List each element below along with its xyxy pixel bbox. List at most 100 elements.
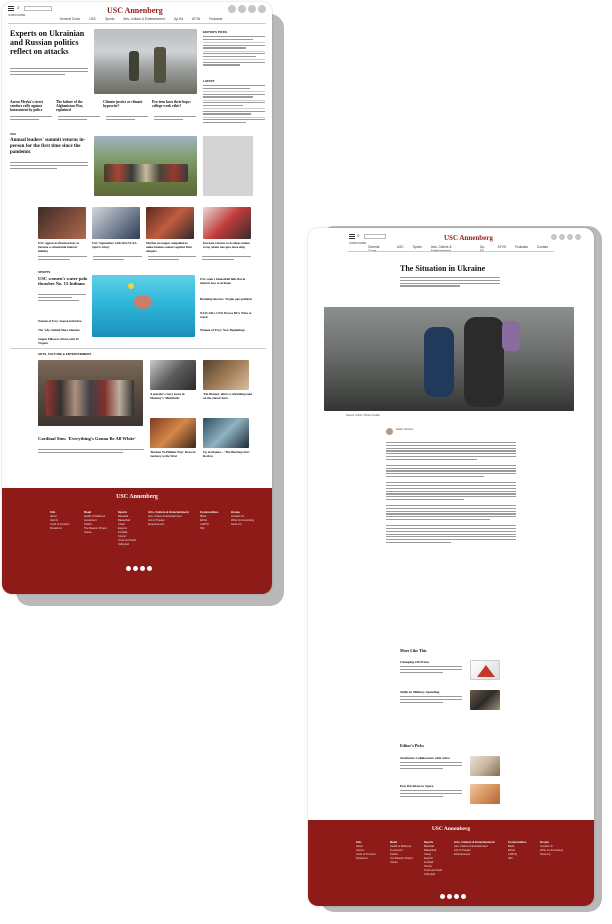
ace-image[interactable] xyxy=(150,360,196,390)
footer-link[interactable]: Stock Up xyxy=(540,853,563,857)
search-input[interactable] xyxy=(24,6,52,11)
usc-headline[interactable]: Annual leaders' summit returns in-person… xyxy=(10,138,90,155)
footer-link[interactable]: Stock Up xyxy=(231,523,254,527)
social-icon[interactable] xyxy=(140,566,145,571)
nav-item[interactable]: ATVN xyxy=(192,17,200,21)
pick-headline[interactable]: Starbucks Collaborates with Selva xyxy=(400,756,450,760)
search-icon[interactable]: ⌕ xyxy=(17,5,20,11)
nav-item[interactable]: Op-Ed xyxy=(174,17,183,21)
sports-headline[interactable]: USC women's water polo thrashes No. 15 I… xyxy=(38,276,88,287)
top-nav: General Cover USC Sports Arts, Culture &… xyxy=(368,245,548,253)
sports-section-label: SPORTS xyxy=(38,270,51,274)
nav-item[interactable]: Arts, Culture & Entertainment xyxy=(431,245,471,253)
nav-item[interactable]: Sports xyxy=(413,245,422,253)
ace-side-headline[interactable]: 'Pet Bunnet' offers a refreshing take on… xyxy=(203,392,253,401)
story-headline[interactable]: USC approves Election Day to become a sc… xyxy=(38,241,86,253)
ad-block xyxy=(203,136,253,196)
nav-item[interactable]: USC xyxy=(89,17,96,21)
social-icons[interactable] xyxy=(440,894,466,899)
social-icon[interactable] xyxy=(133,566,138,571)
subscribe-link[interactable]: SUBSCRIBE xyxy=(8,13,25,17)
footer-link[interactable]: Voices xyxy=(390,861,413,865)
menu-icon[interactable] xyxy=(8,6,14,11)
nav-item[interactable]: ATVN xyxy=(498,245,506,253)
footer-col-head: Arts, Culture & Entertainment xyxy=(148,510,189,514)
sports-list-item[interactable]: The 'why' behind Mace Alamein xyxy=(38,328,88,333)
ace-side-headline[interactable]: 'Reckon To Hidden Way' Drawer: Journey t… xyxy=(150,450,198,459)
footer-link[interactable]: Voices xyxy=(84,531,107,535)
story-headline[interactable]: Climate justice or climate hypocrite? xyxy=(103,100,147,108)
story-headline[interactable]: Increase returns to its ideas makes to l… xyxy=(203,241,253,250)
nav-item[interactable]: Contact xyxy=(537,245,548,253)
sports-side-headline[interactable]: NASCAR's CEO Proves 80% Wins to reach xyxy=(200,311,255,320)
ace-headline[interactable]: Cardinal Sins: 'Everything's Gonna Be Al… xyxy=(38,436,148,441)
footer-link[interactable]: Donations xyxy=(50,527,69,531)
related-headline[interactable]: Changing Oil Prices xyxy=(400,660,429,664)
sports-side-headline[interactable]: USC men's basketball falls flat in inter… xyxy=(200,277,255,286)
window-controls xyxy=(228,5,266,13)
pick-image[interactable] xyxy=(470,784,500,804)
ace-side-headline[interactable]: A murder's story focus in Mommy's 'Multi… xyxy=(150,392,198,401)
hero-headline[interactable]: Experts on Ukrainian and Russian politic… xyxy=(10,29,90,56)
article-hero-image xyxy=(324,307,574,411)
footer-link[interactable]: ISN xyxy=(508,857,526,861)
hero-image[interactable] xyxy=(94,29,197,94)
pick-headline[interactable]: Pets Davidson to Space xyxy=(400,784,433,788)
related-image[interactable] xyxy=(470,690,500,710)
author-name[interactable]: Sarah Johnson xyxy=(396,428,413,432)
nav-item[interactable]: Podcasts xyxy=(209,17,222,21)
social-icon[interactable] xyxy=(440,894,445,899)
social-icon[interactable] xyxy=(461,894,466,899)
site-logo[interactable]: USC Annenberg xyxy=(444,234,493,242)
subscribe-link[interactable]: SUBSCRIBE xyxy=(349,241,366,245)
story-headline[interactable]: The failure of the Afghanistan War, expl… xyxy=(56,100,98,113)
nav-item[interactable]: Arts, Culture & Entertainment xyxy=(123,17,164,21)
nav-item[interactable]: USC xyxy=(397,245,404,253)
nav-item[interactable]: General Cover xyxy=(368,245,388,253)
usc-feature-image[interactable] xyxy=(94,136,197,196)
nav-item[interactable]: Podcasts xyxy=(515,245,528,253)
footer-link[interactable]: Entertainment xyxy=(148,523,189,527)
related-headline[interactable]: Shifts in Military Spending xyxy=(400,690,439,694)
footer-link[interactable]: Volleyball xyxy=(424,873,442,877)
story-image[interactable] xyxy=(38,207,86,239)
story-headline[interactable]: Marian no longer compelled to make human… xyxy=(146,241,196,253)
article-title: The Situation in Ukraine xyxy=(400,264,486,273)
sports-image[interactable] xyxy=(92,275,195,337)
related-image[interactable] xyxy=(470,660,500,680)
social-icon[interactable] xyxy=(447,894,452,899)
footer-link[interactable]: Volleyball xyxy=(118,543,136,547)
social-icon[interactable] xyxy=(147,566,152,571)
story-image[interactable] xyxy=(203,207,251,239)
nav-item[interactable]: Sports xyxy=(105,17,114,21)
footer-link[interactable]: Entertainment xyxy=(454,853,495,857)
story-image[interactable] xyxy=(92,207,140,239)
footer-link[interactable]: Donations xyxy=(356,857,375,861)
nav-item[interactable]: Op-Ed xyxy=(480,245,489,253)
sports-side-headline[interactable]: Women of Troy: New Beginnings xyxy=(200,328,255,333)
ace-feature-image[interactable] xyxy=(38,360,143,426)
nav-item[interactable]: General Cover xyxy=(60,17,81,21)
footer-link[interactable]: ISN xyxy=(200,527,218,531)
story-headline[interactable]: Pro-teen loses their hope: college work … xyxy=(152,100,196,108)
social-icon[interactable] xyxy=(126,566,131,571)
story-headline[interactable]: Aaron Meyka's street vendors rally again… xyxy=(10,100,52,113)
social-icons[interactable] xyxy=(126,566,152,571)
social-icon[interactable] xyxy=(454,894,459,899)
ace-image[interactable] xyxy=(150,418,196,448)
menu-icon[interactable] xyxy=(349,234,355,239)
site-logo[interactable]: USC Annenberg xyxy=(107,6,163,15)
sports-list-item[interactable]: Women of Troy: Season in Review xyxy=(38,319,88,324)
story-headline[interactable]: USC September with Wei NCAA Sports Glory xyxy=(92,241,140,250)
sports-side-headline[interactable]: Breaking the law: Trojan ago political xyxy=(200,297,255,302)
ace-side-headline[interactable]: Up in Flames... 'The Burning Sun' Review xyxy=(203,450,253,459)
sports-list-item[interactable]: Jaquez Ellison is driven with 40 Trojans xyxy=(38,337,88,345)
story-image[interactable] xyxy=(146,207,194,239)
footer-col-head: Info xyxy=(356,840,362,844)
ace-image[interactable] xyxy=(203,418,249,448)
pick-image[interactable] xyxy=(470,756,500,776)
homepage-window: ⌕ SUBSCRIBE USC Annenberg General Cover … xyxy=(2,2,272,594)
ace-image[interactable] xyxy=(203,360,249,390)
search-icon[interactable]: ⌕ xyxy=(357,233,360,239)
search-input[interactable] xyxy=(364,234,386,239)
